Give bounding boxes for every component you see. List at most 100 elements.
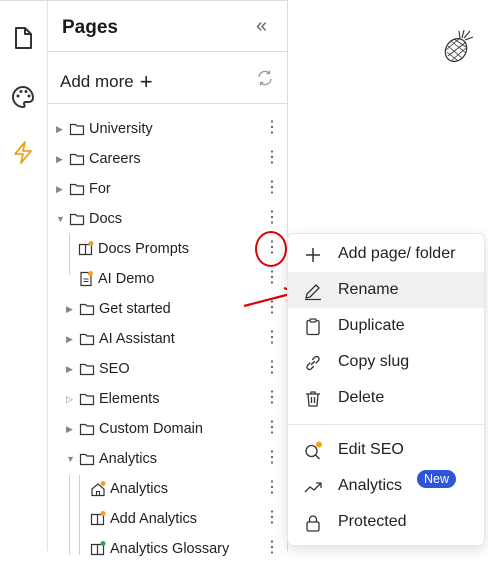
page-icon[interactable] <box>10 25 36 51</box>
menu-divider <box>288 424 484 425</box>
book-page-icon <box>78 241 94 256</box>
caret-right-icon[interactable]: ▶ <box>66 424 73 435</box>
tree-item-label: Careers <box>89 151 141 167</box>
tree-item-label: Elements <box>99 391 160 407</box>
tree-item-add-analytics[interactable]: Add Analytics ⋮ <box>48 505 288 535</box>
menu-item-duplicate[interactable]: Duplicate <box>288 308 484 344</box>
tree-item-label: Analytics Glossary <box>110 541 230 557</box>
add-more-button[interactable]: Add more + <box>60 67 153 94</box>
lock-icon <box>306 515 320 532</box>
panel-title: Pages <box>62 17 118 38</box>
menu-item-label: Duplicate <box>338 317 405 334</box>
menu-item-rename[interactable]: Rename <box>288 272 484 308</box>
annotation-circle <box>255 231 287 267</box>
tree-item-label: AI Assistant <box>99 331 175 347</box>
more-options-icon[interactable]: ⋮ <box>264 210 280 226</box>
tree-item-label: University <box>89 121 153 137</box>
tree-item-label: AI Demo <box>98 271 155 287</box>
more-options-icon[interactable]: ⋮ <box>264 540 280 556</box>
caret-right-icon[interactable]: ▶ <box>56 124 63 135</box>
tree-item-elements[interactable]: ▷ Elements ⋮ <box>48 385 288 415</box>
trend-icon <box>304 482 322 493</box>
add-more-label: Add more <box>60 72 134 91</box>
tree-item-docs[interactable]: ▼ Docs ⋮ <box>48 205 288 235</box>
tree-item-label: Docs <box>89 211 123 227</box>
tree-item-for[interactable]: ▶ For ⋮ <box>48 175 288 205</box>
tree-item-label: Docs Prompts <box>98 241 190 257</box>
more-options-icon[interactable]: ⋮ <box>264 330 280 346</box>
folder-icon <box>79 453 95 466</box>
tree-item-custom-domain[interactable]: ▶ Custom Domain ⋮ <box>48 415 288 445</box>
tree-item-label: For <box>89 181 111 197</box>
pineapple-icon <box>444 29 474 62</box>
folder-icon <box>79 393 95 406</box>
tree-item-label: SEO <box>99 361 130 377</box>
tree-item-label: Add Analytics <box>110 511 198 527</box>
menu-item-label: Rename <box>338 281 399 298</box>
folder-icon <box>79 333 95 346</box>
menu-item-label: Delete <box>338 389 385 406</box>
new-badge: New <box>417 470 457 488</box>
caret-right-outline-icon[interactable]: ▷ <box>66 394 73 405</box>
menu-item-delete[interactable]: Delete <box>288 380 484 416</box>
more-options-icon[interactable]: ⋮ <box>264 390 280 406</box>
menu-item-label: Add page/ folder <box>338 245 456 262</box>
menu-item-label: Copy slug <box>338 353 410 370</box>
menu-item-copy-slug[interactable]: Copy slug <box>288 344 484 380</box>
plus-icon <box>306 248 320 262</box>
more-options-icon[interactable]: ⋮ <box>264 120 280 136</box>
refresh-icon[interactable] <box>256 69 274 87</box>
tree-item-analytics-glossary[interactable]: Analytics Glossary ⋮ <box>48 535 288 565</box>
tree-item-seo[interactable]: ▶ SEO ⋮ <box>48 355 288 385</box>
folder-icon <box>79 423 95 436</box>
caret-right-icon[interactable]: ▶ <box>66 364 73 375</box>
caret-right-icon[interactable]: ▶ <box>66 304 73 315</box>
divider <box>48 103 288 104</box>
tree-item-analytics-folder[interactable]: ▼ Analytics ⋮ <box>48 445 288 475</box>
tree-item-university[interactable]: ▶ University ⋮ <box>48 115 288 145</box>
tree-item-ai-assistant[interactable]: ▶ AI Assistant ⋮ <box>48 325 288 355</box>
menu-item-label: Edit SEO <box>338 441 404 458</box>
pages-panel: Pages « Add more + ▶ University ⋮ ▶ Caree… <box>48 0 288 557</box>
more-options-icon[interactable]: ⋮ <box>264 510 280 526</box>
book-page-icon <box>90 541 106 556</box>
tree-item-careers[interactable]: ▶ Careers ⋮ <box>48 145 288 175</box>
pencil-icon <box>305 284 321 301</box>
folder-icon <box>69 153 85 166</box>
more-options-icon[interactable]: ⋮ <box>264 480 280 496</box>
link-icon <box>306 355 320 371</box>
more-options-icon[interactable]: ⋮ <box>264 360 280 376</box>
menu-item-label: Protected <box>338 513 407 530</box>
tree-item-label: Analytics <box>99 451 158 467</box>
palette-icon[interactable] <box>10 84 36 110</box>
context-menu: Add page/ folder Rename Duplicate Copy s… <box>287 233 485 546</box>
icon-rail <box>0 0 48 551</box>
more-options-icon[interactable]: ⋮ <box>264 450 280 466</box>
menu-item-analytics[interactable]: Analytics New <box>288 468 484 504</box>
tree-item-docs-prompts[interactable]: Docs Prompts ⋮ <box>48 235 288 265</box>
caret-right-icon[interactable]: ▶ <box>66 334 73 345</box>
caret-right-icon[interactable]: ▶ <box>56 184 63 195</box>
more-options-icon[interactable]: ⋮ <box>264 180 280 196</box>
document-page-icon <box>80 271 93 287</box>
menu-item-add-page-folder[interactable]: Add page/ folder <box>288 236 484 272</box>
tree-item-analytics-page[interactable]: Analytics ⋮ <box>48 475 288 505</box>
lightning-icon[interactable] <box>10 139 36 165</box>
more-options-icon[interactable]: ⋮ <box>264 420 280 436</box>
collapse-panel-button[interactable]: « <box>256 15 267 38</box>
menu-item-protected[interactable]: Protected <box>288 504 484 540</box>
caret-down-icon[interactable]: ▼ <box>56 214 65 224</box>
caret-right-icon[interactable]: ▶ <box>56 154 63 165</box>
folder-icon <box>79 363 95 376</box>
more-options-icon[interactable]: ⋮ <box>264 150 280 166</box>
menu-item-label: Analytics <box>338 477 403 494</box>
menu-item-edit-seo[interactable]: Edit SEO <box>288 432 484 468</box>
clipboard-icon <box>306 318 320 336</box>
tree-item-label: Analytics <box>110 481 169 497</box>
folder-icon <box>69 213 85 226</box>
folder-icon <box>79 303 95 316</box>
home-page-icon <box>91 481 106 497</box>
caret-down-icon[interactable]: ▼ <box>66 454 75 464</box>
search-dot-icon <box>305 441 322 460</box>
folder-icon <box>69 183 85 196</box>
